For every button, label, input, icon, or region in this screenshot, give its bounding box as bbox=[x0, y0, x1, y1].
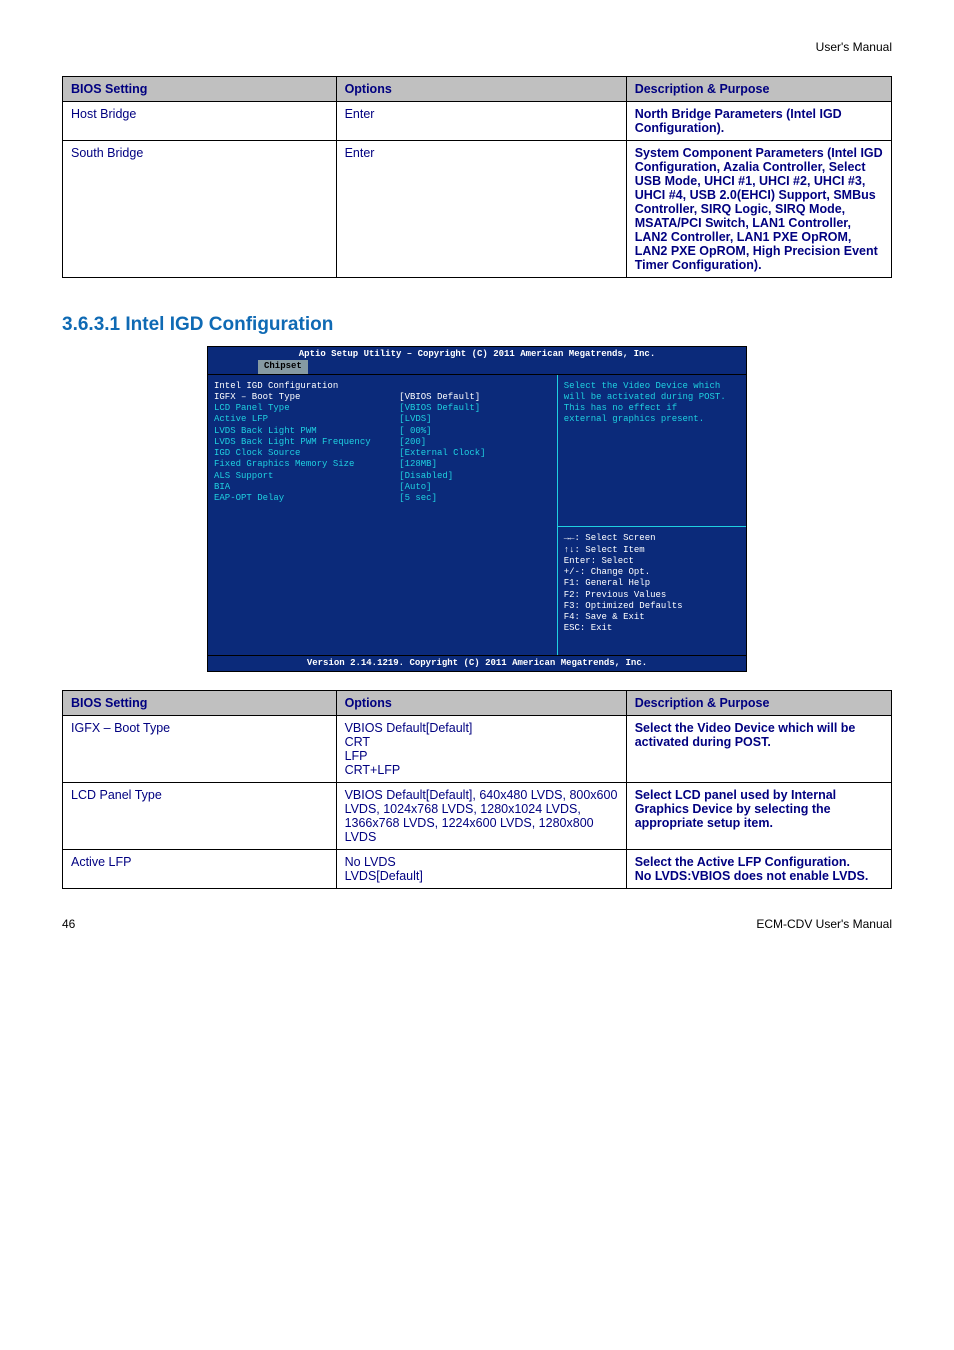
bios-setting-label: BIA bbox=[214, 482, 399, 493]
table-cell: LCD Panel Type bbox=[63, 782, 337, 849]
bios-help-line: external graphics present. bbox=[564, 414, 740, 425]
bios-help-line: Select the Video Device which bbox=[564, 381, 740, 392]
bios-setting-value: [128MB] bbox=[399, 459, 551, 470]
table-cell: IGFX – Boot Type bbox=[63, 715, 337, 782]
bios-setting-row[interactable]: LVDS Back Light PWM Frequency[200] bbox=[214, 437, 551, 448]
table-cell: Enter bbox=[336, 102, 626, 141]
bios-setting-row[interactable]: ALS Support[Disabled] bbox=[214, 471, 551, 482]
bios-key-hint: ↑↓: Select Item bbox=[564, 545, 740, 556]
bios-setting-row[interactable]: EAP-OPT Delay[5 sec] bbox=[214, 493, 551, 504]
table-cell: Select LCD panel used by Internal Graphi… bbox=[626, 782, 891, 849]
th-bios-setting: BIOS Setting bbox=[63, 690, 337, 715]
bios-setting-label: EAP-OPT Delay bbox=[214, 493, 399, 504]
bios-tab-chipset[interactable]: Chipset bbox=[258, 360, 308, 373]
bios-setting-value: [External Clock] bbox=[399, 448, 551, 459]
table-cell: Select the Active LFP Configuration. No … bbox=[626, 849, 891, 888]
th-description: Description & Purpose bbox=[626, 690, 891, 715]
bios-setting-value: [Disabled] bbox=[399, 471, 551, 482]
bios-version-bar: Version 2.14.1219. Copyright (C) 2011 Am… bbox=[207, 656, 747, 672]
table-cell: South Bridge bbox=[63, 141, 337, 278]
bios-key-hint: F1: General Help bbox=[564, 578, 740, 589]
bios-key-hint: F2: Previous Values bbox=[564, 590, 740, 601]
bios-section-heading: Intel IGD Configuration bbox=[214, 381, 399, 392]
table-row: Active LFPNo LVDS LVDS[Default]Select th… bbox=[63, 849, 892, 888]
bios-options-table-2: BIOS Setting Options Description & Purpo… bbox=[62, 690, 892, 889]
bios-setting-value: [VBIOS Default] bbox=[399, 403, 551, 414]
bios-setting-label: LVDS Back Light PWM Frequency bbox=[214, 437, 399, 448]
bios-screenshot: Aptio Setup Utility – Copyright (C) 2011… bbox=[207, 346, 747, 672]
bios-setting-label: Active LFP bbox=[214, 414, 399, 425]
bios-setting-row[interactable]: IGFX – Boot Type[VBIOS Default] bbox=[214, 392, 551, 403]
bios-setting-value: [Auto] bbox=[399, 482, 551, 493]
th-description: Description & Purpose bbox=[626, 77, 891, 102]
bios-title-bar: Aptio Setup Utility – Copyright (C) 2011… bbox=[208, 347, 746, 360]
page-number: 46 bbox=[62, 917, 75, 931]
bios-setting-value: [ 00%] bbox=[399, 426, 551, 437]
bios-help-line: will be activated during POST. bbox=[564, 392, 740, 403]
bios-setting-value: [LVDS] bbox=[399, 414, 551, 425]
table-cell: Enter bbox=[336, 141, 626, 278]
table-cell: North Bridge Parameters (Intel IGD Confi… bbox=[626, 102, 891, 141]
bios-setting-label: Fixed Graphics Memory Size bbox=[214, 459, 399, 470]
bios-key-hint: Enter: Select bbox=[564, 556, 740, 567]
bios-setting-row[interactable]: BIA[Auto] bbox=[214, 482, 551, 493]
table-row: LCD Panel TypeVBIOS Default[Default], 64… bbox=[63, 782, 892, 849]
table-cell: VBIOS Default[Default] CRT LFP CRT+LFP bbox=[336, 715, 626, 782]
section-heading: 3.6.3.1 Intel IGD Configuration bbox=[62, 314, 892, 336]
bios-setting-row[interactable]: IGD Clock Source[External Clock] bbox=[214, 448, 551, 459]
bios-help-pane: Select the Video Device whichwill be act… bbox=[558, 375, 746, 527]
bios-help-line: This has no effect if bbox=[564, 403, 740, 414]
bios-setting-label: IGD Clock Source bbox=[214, 448, 399, 459]
header-right: User's Manual bbox=[816, 40, 892, 54]
bios-setting-label: IGFX – Boot Type bbox=[214, 392, 399, 403]
bios-setting-label: LVDS Back Light PWM bbox=[214, 426, 399, 437]
footer-right: ECM-CDV User's Manual bbox=[756, 917, 892, 931]
table-row: IGFX – Boot TypeVBIOS Default[Default] C… bbox=[63, 715, 892, 782]
table-row: Host BridgeEnterNorth Bridge Parameters … bbox=[63, 102, 892, 141]
th-options: Options bbox=[336, 690, 626, 715]
table-cell: System Component Parameters (Intel IGD C… bbox=[626, 141, 891, 278]
bios-setting-value: [200] bbox=[399, 437, 551, 448]
th-bios-setting: BIOS Setting bbox=[63, 77, 337, 102]
bios-setting-row[interactable]: LVDS Back Light PWM[ 00%] bbox=[214, 426, 551, 437]
bios-options-table-1: BIOS Setting Options Description & Purpo… bbox=[62, 76, 892, 278]
bios-setting-row[interactable]: Active LFP[LVDS] bbox=[214, 414, 551, 425]
bios-key-hint: F4: Save & Exit bbox=[564, 612, 740, 623]
bios-setting-label: ALS Support bbox=[214, 471, 399, 482]
table-cell: Active LFP bbox=[63, 849, 337, 888]
bios-setting-label: LCD Panel Type bbox=[214, 403, 399, 414]
bios-setting-value: [VBIOS Default] bbox=[399, 392, 551, 403]
bios-setting-value: [5 sec] bbox=[399, 493, 551, 504]
bios-key-hint: F3: Optimized Defaults bbox=[564, 601, 740, 612]
bios-key-hint: +/-: Change Opt. bbox=[564, 567, 740, 578]
table-cell: Host Bridge bbox=[63, 102, 337, 141]
bios-key-hint: ESC: Exit bbox=[564, 623, 740, 634]
table-cell: Select the Video Device which will be ac… bbox=[626, 715, 891, 782]
bios-setting-row[interactable]: LCD Panel Type[VBIOS Default] bbox=[214, 403, 551, 414]
table-cell: No LVDS LVDS[Default] bbox=[336, 849, 626, 888]
bios-setting-row[interactable]: Fixed Graphics Memory Size[128MB] bbox=[214, 459, 551, 470]
th-options: Options bbox=[336, 77, 626, 102]
table-row: South BridgeEnterSystem Component Parame… bbox=[63, 141, 892, 278]
table-cell: VBIOS Default[Default], 640x480 LVDS, 80… bbox=[336, 782, 626, 849]
bios-keys-pane: →←: Select Screen↑↓: Select ItemEnter: S… bbox=[558, 526, 746, 654]
bios-left-pane: Intel IGD Configuration IGFX – Boot Type… bbox=[208, 375, 558, 655]
bios-key-hint: →←: Select Screen bbox=[564, 533, 740, 544]
